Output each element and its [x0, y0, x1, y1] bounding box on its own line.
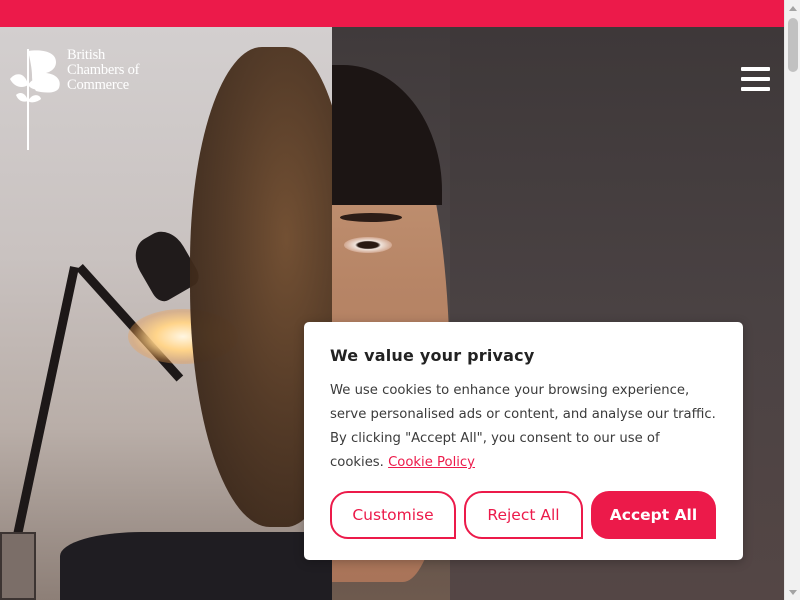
logo-line-3: Commerce	[67, 77, 130, 93]
laptop	[0, 532, 36, 600]
cookie-policy-link[interactable]: Cookie Policy	[388, 455, 475, 470]
cookie-button-row: Customise Reject All Accept All	[330, 491, 720, 539]
jacket	[60, 532, 332, 600]
reject-all-button[interactable]: Reject All	[464, 491, 583, 539]
top-accent-bar	[0, 0, 784, 27]
lamp-pole	[7, 266, 79, 562]
cookie-dialog-title: We value your privacy	[330, 346, 535, 365]
menu-bar-2	[741, 77, 770, 81]
hamburger-menu-icon[interactable]	[741, 67, 770, 93]
cookie-dialog-body: We use cookies to enhance your browsing …	[330, 379, 716, 475]
menu-bar-3	[741, 87, 770, 91]
cookie-consent-dialog: We value your privacy We use cookies to …	[304, 322, 743, 560]
scroll-down-arrow-icon[interactable]	[785, 584, 800, 600]
menu-bar-1	[741, 67, 770, 71]
scroll-up-arrow-icon[interactable]	[785, 0, 800, 16]
eye	[344, 237, 392, 253]
eyebrow	[340, 213, 402, 222]
scrollbar-thumb[interactable]	[788, 18, 798, 72]
logo-line-2: Chambers of	[67, 62, 140, 78]
logo-line-1: British	[67, 47, 106, 63]
accept-all-button[interactable]: Accept All	[591, 491, 716, 539]
vertical-scrollbar[interactable]	[784, 0, 800, 600]
bcc-logo-text: British Chambers of Commerce	[67, 48, 139, 93]
customise-button[interactable]: Customise	[330, 491, 456, 539]
